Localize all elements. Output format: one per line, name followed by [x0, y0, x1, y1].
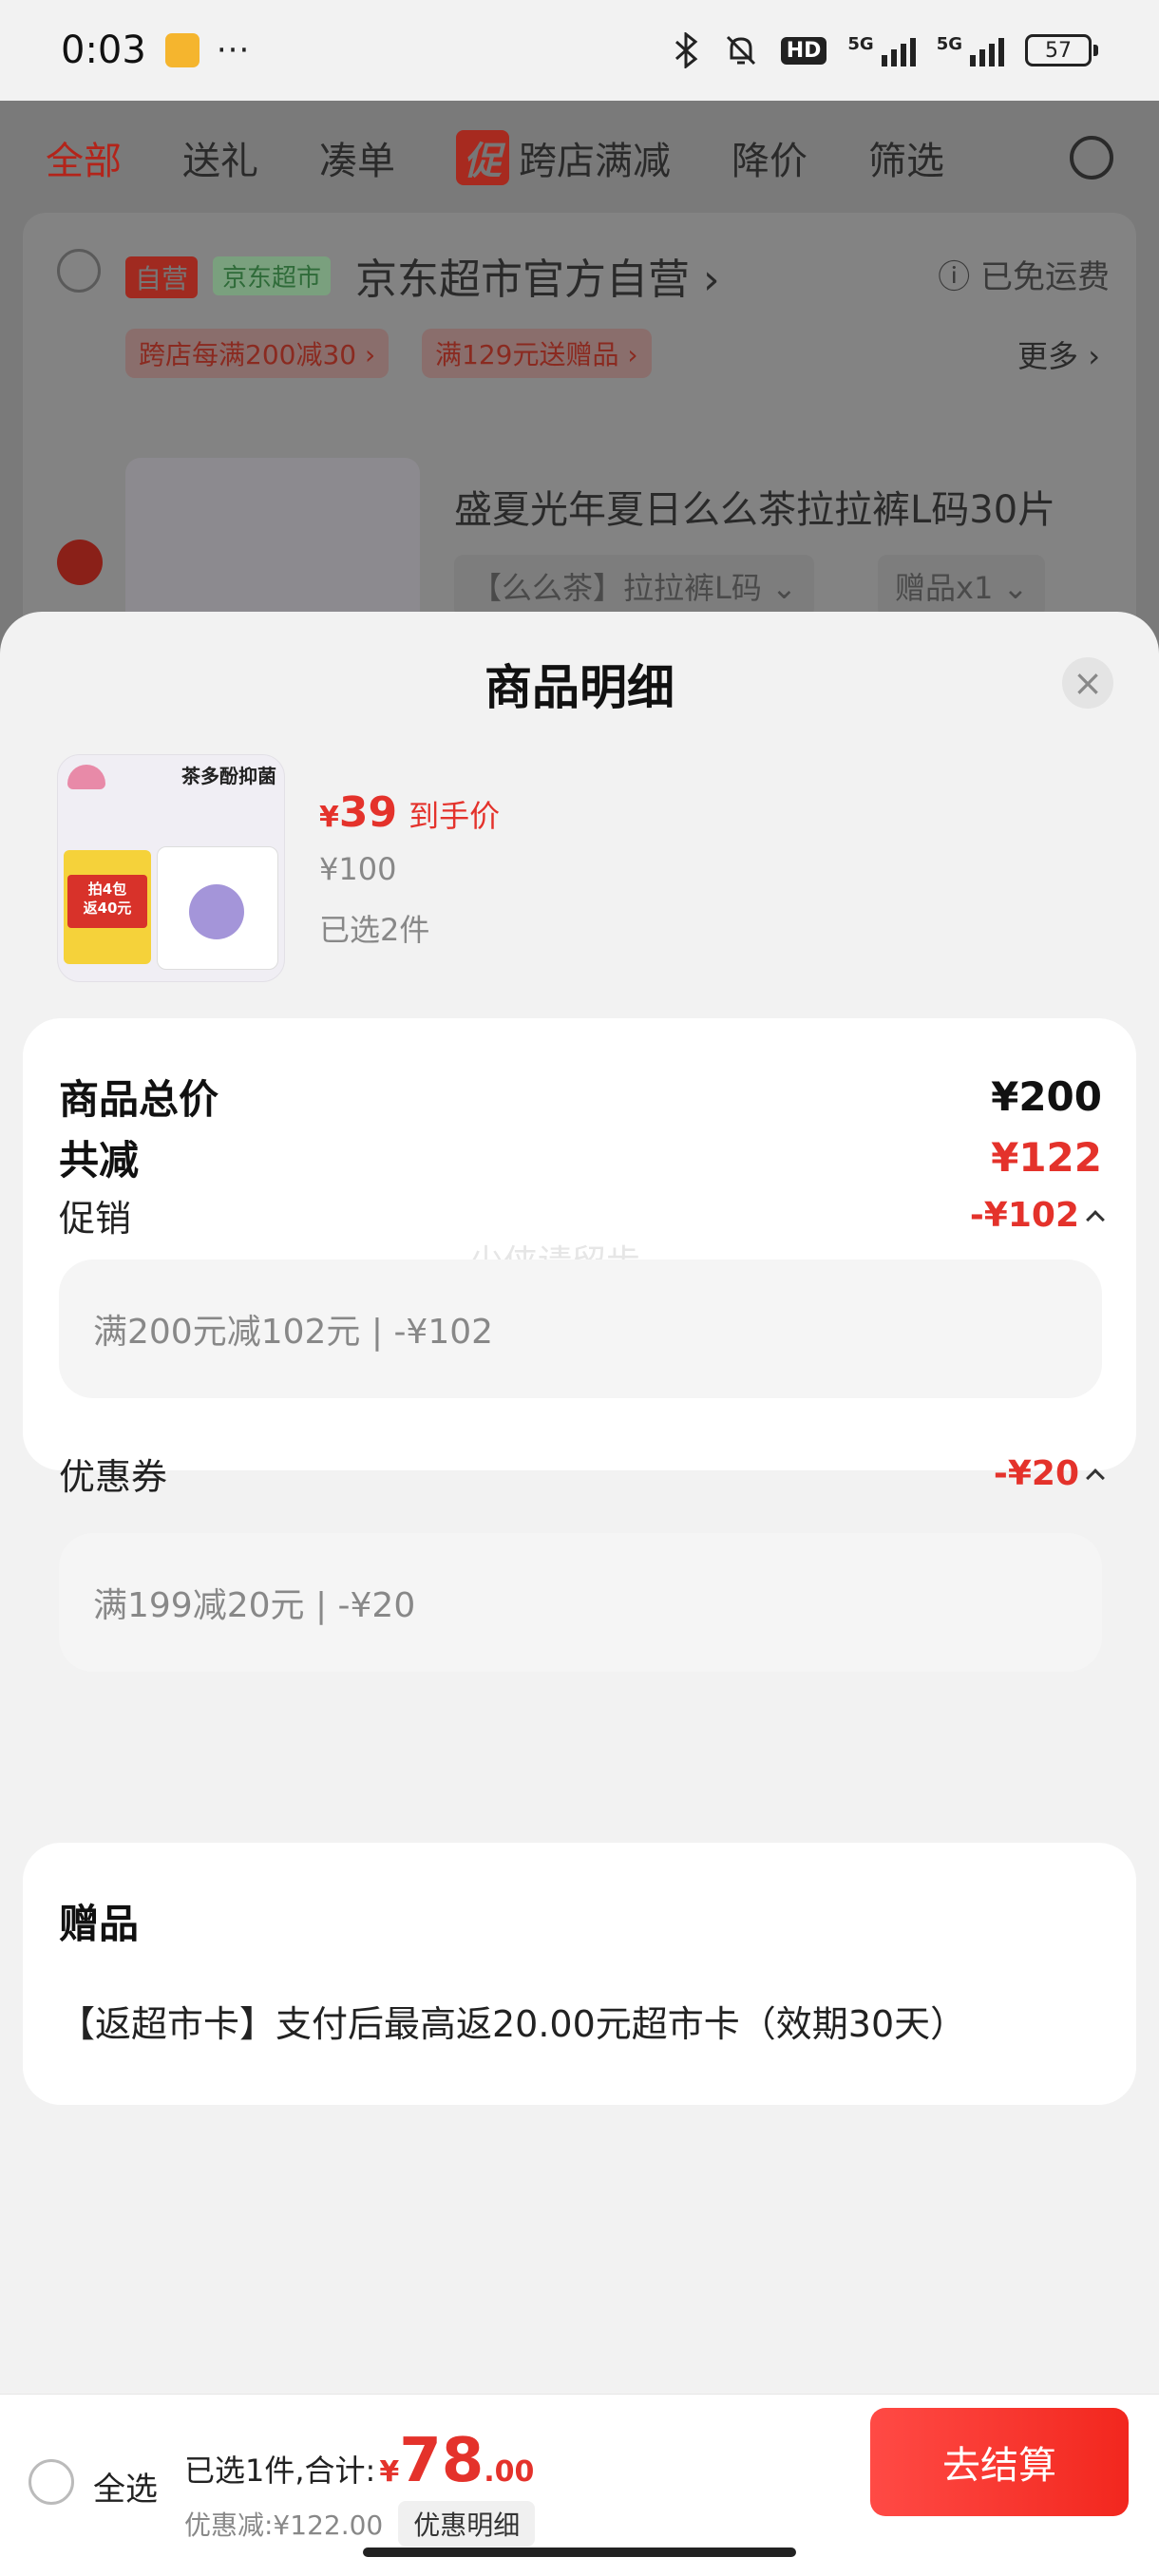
product-thumbnail: 茶多酚抑菌 拍4包 返40元: [57, 754, 285, 982]
thumbnail-promo-text: 拍4包 返40元: [67, 875, 147, 928]
more-notifications-icon: ···: [216, 31, 251, 69]
total-currency-symbol: ¥: [379, 2455, 400, 2489]
brand-logo: [67, 765, 105, 789]
discount-line: 优惠减:¥122.00 优惠明细: [184, 2501, 536, 2547]
spec-selector[interactable]: 【么么茶】拉拉裤L码 ⌄: [454, 555, 814, 617]
coupon-value: -¥20: [993, 1454, 1079, 1493]
hd-voice-icon: HD: [780, 36, 827, 65]
total-prefix: 已选1件,合计:: [184, 2453, 376, 2489]
original-price: ¥100: [319, 851, 397, 887]
promotion-value-group: -¥102: [969, 1196, 1105, 1235]
free-shipping-label: ⓘ 已免运费: [938, 258, 1110, 296]
select-all-radio[interactable]: [28, 2459, 74, 2505]
battery-icon: 57: [1025, 34, 1098, 66]
gift-description: 【返超市卡】支付后最高返20.00元超市卡（效期30天）: [59, 2003, 967, 2045]
price-breakdown-card: 商品总价 ¥200 共减 ¥122 少侠请留步 促销 -¥102 满200元减1…: [23, 1018, 1136, 1672]
store-select-radio[interactable]: [57, 249, 101, 293]
tab-all[interactable]: 全部: [46, 130, 122, 185]
total-amount-decimal: .00: [484, 2455, 535, 2489]
promo-chip[interactable]: 满129元送赠品 ›: [422, 329, 652, 378]
discount-detail-button[interactable]: 优惠明细: [398, 2501, 536, 2547]
chevron-up-icon[interactable]: [1086, 1209, 1105, 1229]
gift-title: 赠品: [59, 1901, 140, 1947]
bell-muted-icon: [726, 35, 755, 66]
select-all-label[interactable]: 全选: [93, 2463, 158, 2510]
total-reduction-label: 共减: [59, 1137, 140, 1184]
signal-icon: 5G: [847, 34, 916, 66]
tab-price-drop[interactable]: 降价: [732, 130, 808, 185]
tab-gift[interactable]: 送礼: [182, 130, 258, 185]
promo-tag: 促: [456, 130, 509, 185]
cart-background: 全部 送礼 凑单 促跨店满减 降价 筛选 自营 京东超市 京东超市官方自营 › …: [0, 101, 1159, 705]
self-operated-badge: 自营: [125, 256, 199, 298]
tab-cross-store[interactable]: 促跨店满减: [456, 130, 671, 185]
total-reduction-value: ¥122: [991, 1134, 1102, 1181]
currency-symbol: ¥: [319, 801, 339, 834]
coupon-label: 优惠券: [59, 1456, 168, 1498]
chevron-up-icon[interactable]: [1086, 1468, 1105, 1487]
notes-app-icon: [164, 33, 200, 67]
product-detail-sheet: 商品明细 × 茶多酚抑菌 拍4包 返40元 ¥ 39 到手价 ¥100 已选2件…: [0, 612, 1159, 2394]
jd-supermarket-badge: 京东超市: [213, 256, 332, 295]
coupon-row[interactable]: 优惠券 -¥20: [59, 1448, 1105, 1500]
signal-icon: 5G: [937, 34, 1004, 66]
total-amount-integer: 78: [399, 2426, 484, 2496]
promotion-value: -¥102: [969, 1196, 1079, 1235]
total-line: 已选1件,合计: ¥ 78 .00: [184, 2431, 534, 2491]
home-indicator[interactable]: [363, 2548, 796, 2557]
promotion-detail: 满200元减102元 | -¥102: [59, 1260, 1102, 1398]
selected-count: 已选2件: [319, 912, 430, 948]
gift-card: 赠品 【返超市卡】支付后最高返20.00元超市卡（效期30天）: [23, 1843, 1136, 2105]
final-price-row: ¥ 39 到手价: [319, 788, 500, 837]
more-link[interactable]: 更多 ›: [1017, 332, 1100, 376]
thumbnail-headline: 茶多酚抑菌: [181, 765, 276, 787]
status-indicators: HD 5G 5G 57: [673, 31, 1098, 69]
coupon-detail: 满199减20元 | -¥20: [59, 1533, 1102, 1672]
promo-chip[interactable]: 跨店每满200减30 ›: [125, 329, 390, 378]
coupon-value-group: -¥20: [993, 1454, 1105, 1493]
gift-selector[interactable]: 赠品x1 ⌄: [878, 555, 1046, 617]
tab-bundle[interactable]: 凑单: [319, 130, 395, 185]
network-type-label: 5G: [936, 34, 962, 54]
total-price-label: 商品总价: [59, 1076, 219, 1123]
store-name[interactable]: 京东超市官方自营 ›: [355, 245, 720, 306]
search-icon[interactable]: [1070, 136, 1113, 180]
battery-level: 57: [1025, 34, 1092, 66]
product-title[interactable]: 盛夏光年夏日么么茶拉拉裤L码30片: [454, 479, 1055, 534]
promotion-label: 促销: [59, 1198, 132, 1240]
status-time: 0:03: [61, 28, 146, 72]
bluetooth-icon: [674, 32, 698, 68]
close-button[interactable]: ×: [1062, 657, 1113, 709]
promotion-row[interactable]: 促销 -¥102: [59, 1189, 1105, 1241]
close-icon: ×: [1073, 662, 1103, 704]
cart-tab-bar: 全部 送礼 凑单 促跨店满减 降价 筛选: [0, 101, 1159, 215]
final-price-label: 到手价: [408, 798, 501, 834]
tab-filter[interactable]: 筛选: [868, 130, 944, 185]
discount-text: 优惠减:¥122.00: [184, 2510, 384, 2541]
item-checked-icon[interactable]: [57, 540, 103, 585]
total-price-row: 商品总价 ¥200: [59, 1068, 1102, 1126]
thumbnail-graphic: [189, 884, 244, 939]
status-bar: 0:03 ··· HD 5G 5G 57: [0, 0, 1159, 101]
total-reduction-row: 共减 ¥122: [59, 1128, 1102, 1186]
sheet-title: 商品明细: [484, 660, 674, 715]
network-type-label: 5G: [847, 34, 874, 54]
tab-cross-store-label: 跨店满减: [519, 140, 671, 183]
final-price: 39: [338, 788, 398, 837]
total-price-value: ¥200: [991, 1073, 1102, 1120]
checkout-button[interactable]: 去结算: [870, 2408, 1129, 2516]
